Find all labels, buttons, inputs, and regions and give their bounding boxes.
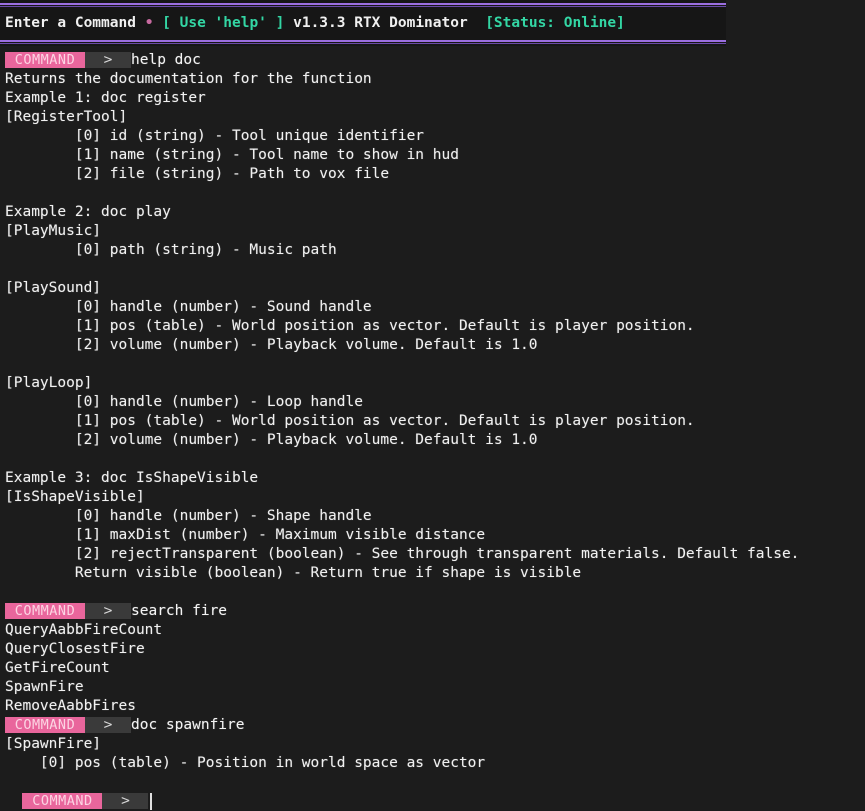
- command-badge: COMMAND: [22, 793, 103, 809]
- output-line: [0] handle (number) - Sound handle: [5, 299, 372, 315]
- output-line: [SpawnFire]: [5, 736, 102, 752]
- header-top-rule: [0, 3, 726, 5]
- command-entry: COMMAND > doc spawnfire: [5, 716, 865, 735]
- command-entry: COMMAND > help doc: [5, 51, 865, 70]
- output-line: Return visible (boolean) - Return true i…: [5, 565, 582, 581]
- console-output: COMMAND > help doc Returns the documentatio…: [5, 51, 865, 773]
- output-line: [0] id (string) - Tool unique identifier: [5, 128, 425, 144]
- output-line: [2] file (string) - Path to vox file: [5, 166, 390, 182]
- output-line: [1] name (string) - Tool name to show in…: [5, 147, 459, 163]
- output-line: [2] rejectTransparent (boolean) - See th…: [5, 546, 800, 562]
- output-line: [1] maxDist (number) - Maximum visible d…: [5, 527, 486, 543]
- output-line: [0] pos (table) - Position in world spac…: [5, 755, 486, 771]
- header-bottom-rule: [0, 40, 726, 42]
- output-line: Example 3: doc IsShapeVisible: [5, 470, 259, 486]
- output-line: QueryAabbFireCount: [5, 622, 163, 638]
- output-line: [2] volume (number) - Playback volume. D…: [5, 337, 538, 353]
- command-badge: COMMAND: [5, 603, 85, 619]
- command-text: help doc: [131, 52, 201, 68]
- header-top-rule-thin: [0, 6, 726, 7]
- text-cursor: [150, 793, 153, 810]
- header-bottom-rule-thin: [0, 43, 726, 44]
- output-line: [RegisterTool]: [5, 109, 128, 125]
- command-badge: COMMAND: [5, 717, 85, 733]
- output-line: [0] handle (number) - Shape handle: [5, 508, 372, 524]
- header-bar: Enter a Command • [ Use 'help' ] v1.3.3 …: [5, 14, 625, 32]
- output-line: [IsShapeVisible]: [5, 489, 145, 505]
- output-line: GetFireCount: [5, 660, 110, 676]
- command-badge: COMMAND: [5, 52, 85, 68]
- output-line: [PlayLoop]: [5, 375, 93, 391]
- prompt-arrow: >: [102, 793, 149, 809]
- header-version: v1.3.3 RTX Dominator: [293, 15, 468, 31]
- header-help-hint: [ Use 'help' ]: [162, 15, 285, 31]
- output-line: [1] pos (table) - World position as vect…: [5, 413, 695, 429]
- prompt-arrow: >: [85, 603, 131, 619]
- output-line: [0] path (string) - Music path: [5, 242, 337, 258]
- output-line: SpawnFire: [5, 679, 84, 695]
- prompt-arrow: >: [85, 717, 131, 733]
- prompt-arrow: >: [85, 52, 131, 68]
- output-line: [PlayMusic]: [5, 223, 102, 239]
- output-line: Example 1: doc register: [5, 90, 206, 106]
- output-line: [PlaySound]: [5, 280, 102, 296]
- header-separator: •: [144, 15, 154, 31]
- command-entry: COMMAND > search fire: [5, 602, 865, 621]
- command-text: search fire: [131, 603, 228, 619]
- output-line: QueryClosestFire: [5, 641, 145, 657]
- output-line: [0] handle (number) - Loop handle: [5, 394, 363, 410]
- command-input-row[interactable]: COMMAND >: [5, 773, 153, 810]
- output-line: [1] pos (table) - World position as vect…: [5, 318, 695, 334]
- output-line: Example 2: doc play: [5, 204, 171, 220]
- header-title: Enter a Command: [5, 15, 136, 31]
- header-status: [Status: Online]: [485, 15, 625, 31]
- output-line: [2] volume (number) - Playback volume. D…: [5, 432, 538, 448]
- command-text: doc spawnfire: [131, 717, 245, 733]
- console-header: Enter a Command • [ Use 'help' ] v1.3.3 …: [0, 0, 726, 46]
- output-line: Returns the documentation for the functi…: [5, 71, 372, 87]
- output-line: RemoveAabbFires: [5, 698, 136, 714]
